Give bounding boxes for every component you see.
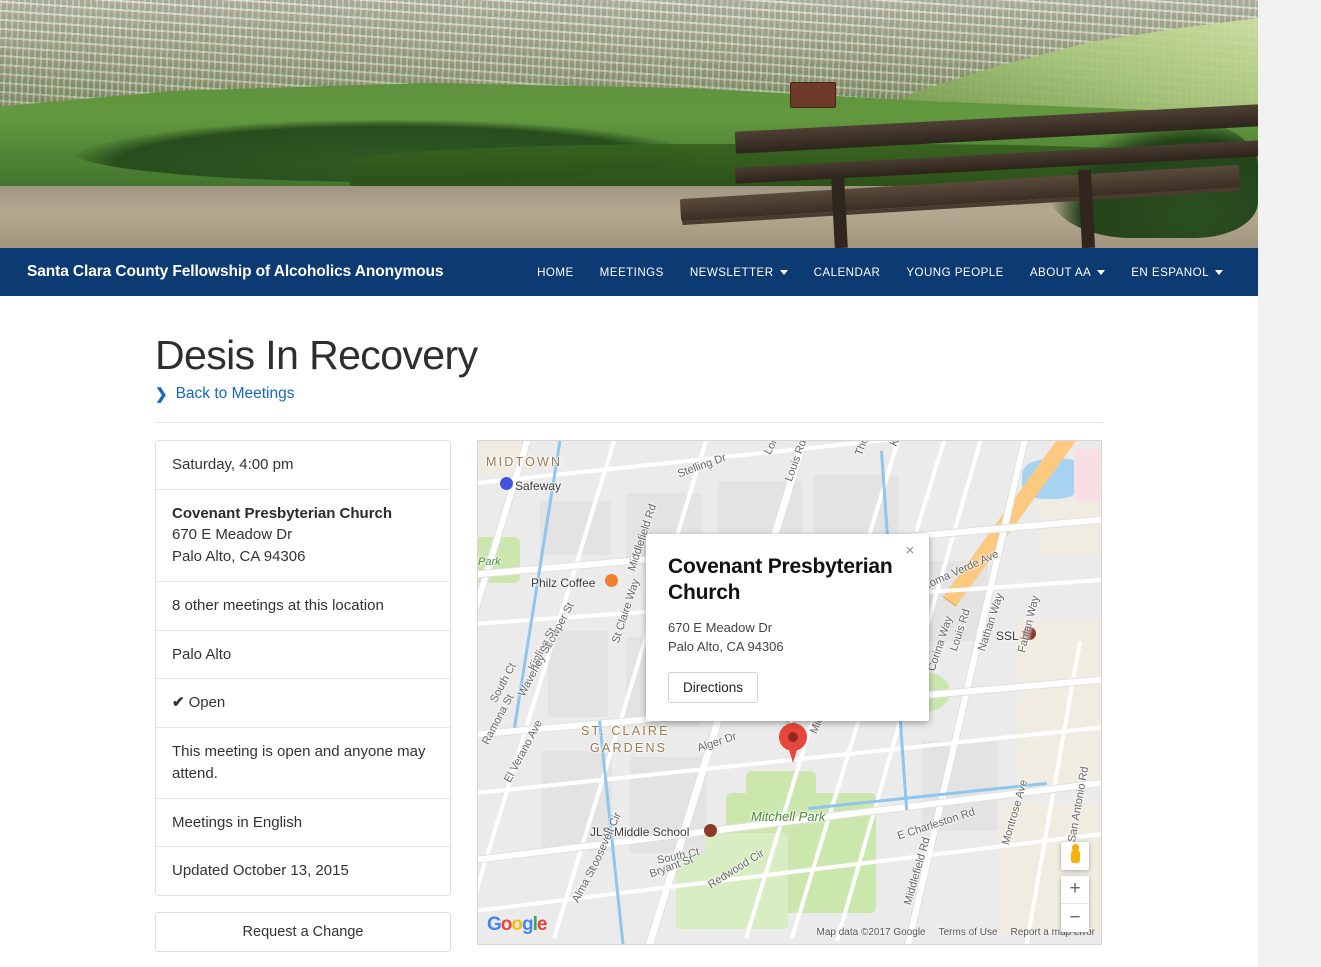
venue-address-line1: 670 E Meadow Dr <box>172 526 293 544</box>
terms-of-use-link[interactable]: Terms of Use <box>939 927 998 938</box>
nav-links: HOME MEETINGS NEWSLETTER CALENDAR YOUNG … <box>524 260 1236 285</box>
zoom-out-button[interactable]: − <box>1061 904 1089 932</box>
safeway-poi-icon <box>500 476 513 490</box>
nav-label: CALENDAR <box>813 265 881 279</box>
map-infowindow: × Covenant Presbyterian Church 670 E Mea… <box>646 533 929 722</box>
other-meetings-label: 8 other meetings at this location <box>172 596 384 614</box>
nav-item-en-espanol[interactable]: EN ESPANOL <box>1118 260 1236 285</box>
close-icon[interactable]: × <box>901 542 919 560</box>
map-label: MIDTOWN <box>486 454 563 469</box>
google-logo: Google <box>487 913 548 936</box>
map-column: MIDTOWNSafewayStelling DrLoma Verde AveT… <box>477 439 1102 952</box>
chevron-down-icon <box>1097 270 1106 275</box>
nav-label: EN ESPANOL <box>1131 265 1209 279</box>
page-title: Desis In Recovery <box>155 332 478 378</box>
google-logo-letter: G <box>487 913 502 935</box>
content-inner: Desis In Recovery ❯ Back to Meetings Sat… <box>155 332 1105 953</box>
detail-item-other-meetings[interactable]: 8 other meetings at this location <box>156 582 450 631</box>
nav-label: HOME <box>537 265 574 279</box>
map-park-area <box>746 770 816 805</box>
detail-item-type: ✔ Open <box>156 679 450 729</box>
map-label: GARDENS <box>590 740 668 755</box>
meeting-type-description: This meeting is open and anyone may atte… <box>172 743 426 782</box>
meeting-type: Open <box>188 694 226 712</box>
title-divider <box>155 421 1103 423</box>
hero-banner-image <box>0 0 1258 248</box>
back-link-label: Back to Meetings <box>175 385 295 403</box>
main-navigation-bar: Santa Clara County Fellowship of Alcohol… <box>0 248 1258 296</box>
map-label: Safeway <box>515 478 562 493</box>
pegman-figure <box>1070 843 1080 863</box>
jls-school-poi-icon <box>704 823 717 837</box>
marker-center-dot <box>788 731 798 742</box>
map-data-credit: Map data ©2017 Google <box>816 926 926 938</box>
map-label: Mitchell Park <box>751 808 826 824</box>
google-logo-letter: g <box>522 913 534 935</box>
back-to-meetings-link[interactable]: ❯ Back to Meetings <box>155 385 294 403</box>
detail-item-updated: Updated October 13, 2015 <box>156 847 450 895</box>
directions-button[interactable]: Directions <box>668 672 759 704</box>
infowindow-address: 670 E Meadow Dr Palo Alto, CA 94306 <box>668 619 907 656</box>
check-icon: ✔ <box>172 694 185 712</box>
infowindow-title: Covenant Presbyterian Church <box>668 554 893 604</box>
detail-item-city: Palo Alto <box>156 631 450 680</box>
meeting-time: Saturday, 4:00 pm <box>172 455 294 473</box>
meeting-detail-list: Saturday, 4:00 pm Covenant Presbyterian … <box>155 439 451 897</box>
meeting-language: Meetings in English <box>172 813 303 831</box>
nav-item-home[interactable]: HOME <box>524 260 587 285</box>
nav-label: MEETINGS <box>599 265 664 279</box>
map-marker-pin[interactable] <box>779 722 807 763</box>
chevron-right-icon: ❯ <box>155 385 168 403</box>
detail-columns: Saturday, 4:00 pm Covenant Presbyterian … <box>155 439 1105 953</box>
google-logo-letter: o <box>500 913 513 935</box>
map-label: SSL <box>996 628 1019 643</box>
venue-address-line2: Palo Alto, CA 94306 <box>172 548 306 566</box>
nav-item-calendar[interactable]: CALENDAR <box>801 260 894 285</box>
meeting-updated: Updated October 13, 2015 <box>172 862 349 880</box>
meeting-details-column: Saturday, 4:00 pm Covenant Presbyterian … <box>155 439 451 953</box>
google-map[interactable]: MIDTOWNSafewayStelling DrLoma Verde AveT… <box>477 439 1102 945</box>
nav-item-newsletter[interactable]: NEWSLETTER <box>677 260 801 285</box>
venue-name: Covenant Presbyterian Church <box>172 504 393 522</box>
nav-item-meetings[interactable]: MEETINGS <box>587 260 677 285</box>
chevron-down-icon <box>779 270 788 275</box>
google-logo-letter: o <box>511 913 523 935</box>
nav-label: ABOUT AA <box>1029 265 1092 279</box>
map-block <box>548 630 608 717</box>
hero-bench-plaque <box>790 82 836 108</box>
nav-item-young-people[interactable]: YOUNG PEOPLE <box>893 260 1017 285</box>
request-a-change-button[interactable]: Request a Change <box>155 912 451 953</box>
map-zoom-controls: + − <box>1061 875 1089 932</box>
map-label: Philz Coffee <box>531 575 596 590</box>
infowindow-address-line1: 670 E Meadow Dr <box>668 620 773 636</box>
google-logo-letter: e <box>536 913 548 935</box>
page-wrapper: Santa Clara County Fellowship of Alcohol… <box>0 0 1258 967</box>
site-brand-title: Santa Clara County Fellowship of Alcohol… <box>27 263 444 280</box>
meeting-city: Palo Alto <box>172 645 232 663</box>
map-label: Park <box>478 555 501 568</box>
street-view-pegman-icon[interactable] <box>1061 841 1089 870</box>
nav-label: YOUNG PEOPLE <box>906 265 1004 279</box>
zoom-in-button[interactable]: + <box>1061 876 1089 904</box>
chevron-down-icon <box>1215 270 1223 275</box>
infowindow-address-line2: Palo Alto, CA 94306 <box>668 638 784 654</box>
map-area <box>1074 448 1101 501</box>
detail-item-location: Covenant Presbyterian Church 670 E Meado… <box>156 490 450 582</box>
detail-item-type-description: This meeting is open and anyone may atte… <box>156 728 450 799</box>
detail-item-time: Saturday, 4:00 pm <box>156 441 450 490</box>
detail-item-language: Meetings in English <box>156 799 450 848</box>
philz-coffee-poi-icon <box>605 573 618 587</box>
nav-item-about-aa[interactable]: ABOUT AA <box>1017 260 1118 285</box>
nav-label: NEWSLETTER <box>689 265 774 279</box>
map-label: ST. CLAIRE <box>581 723 670 738</box>
map-attribution: Map data ©2017 Google Terms of Use Repor… <box>816 927 1095 938</box>
page-content: Desis In Recovery ❯ Back to Meetings Sat… <box>0 296 1258 953</box>
marker-tip <box>787 742 799 763</box>
